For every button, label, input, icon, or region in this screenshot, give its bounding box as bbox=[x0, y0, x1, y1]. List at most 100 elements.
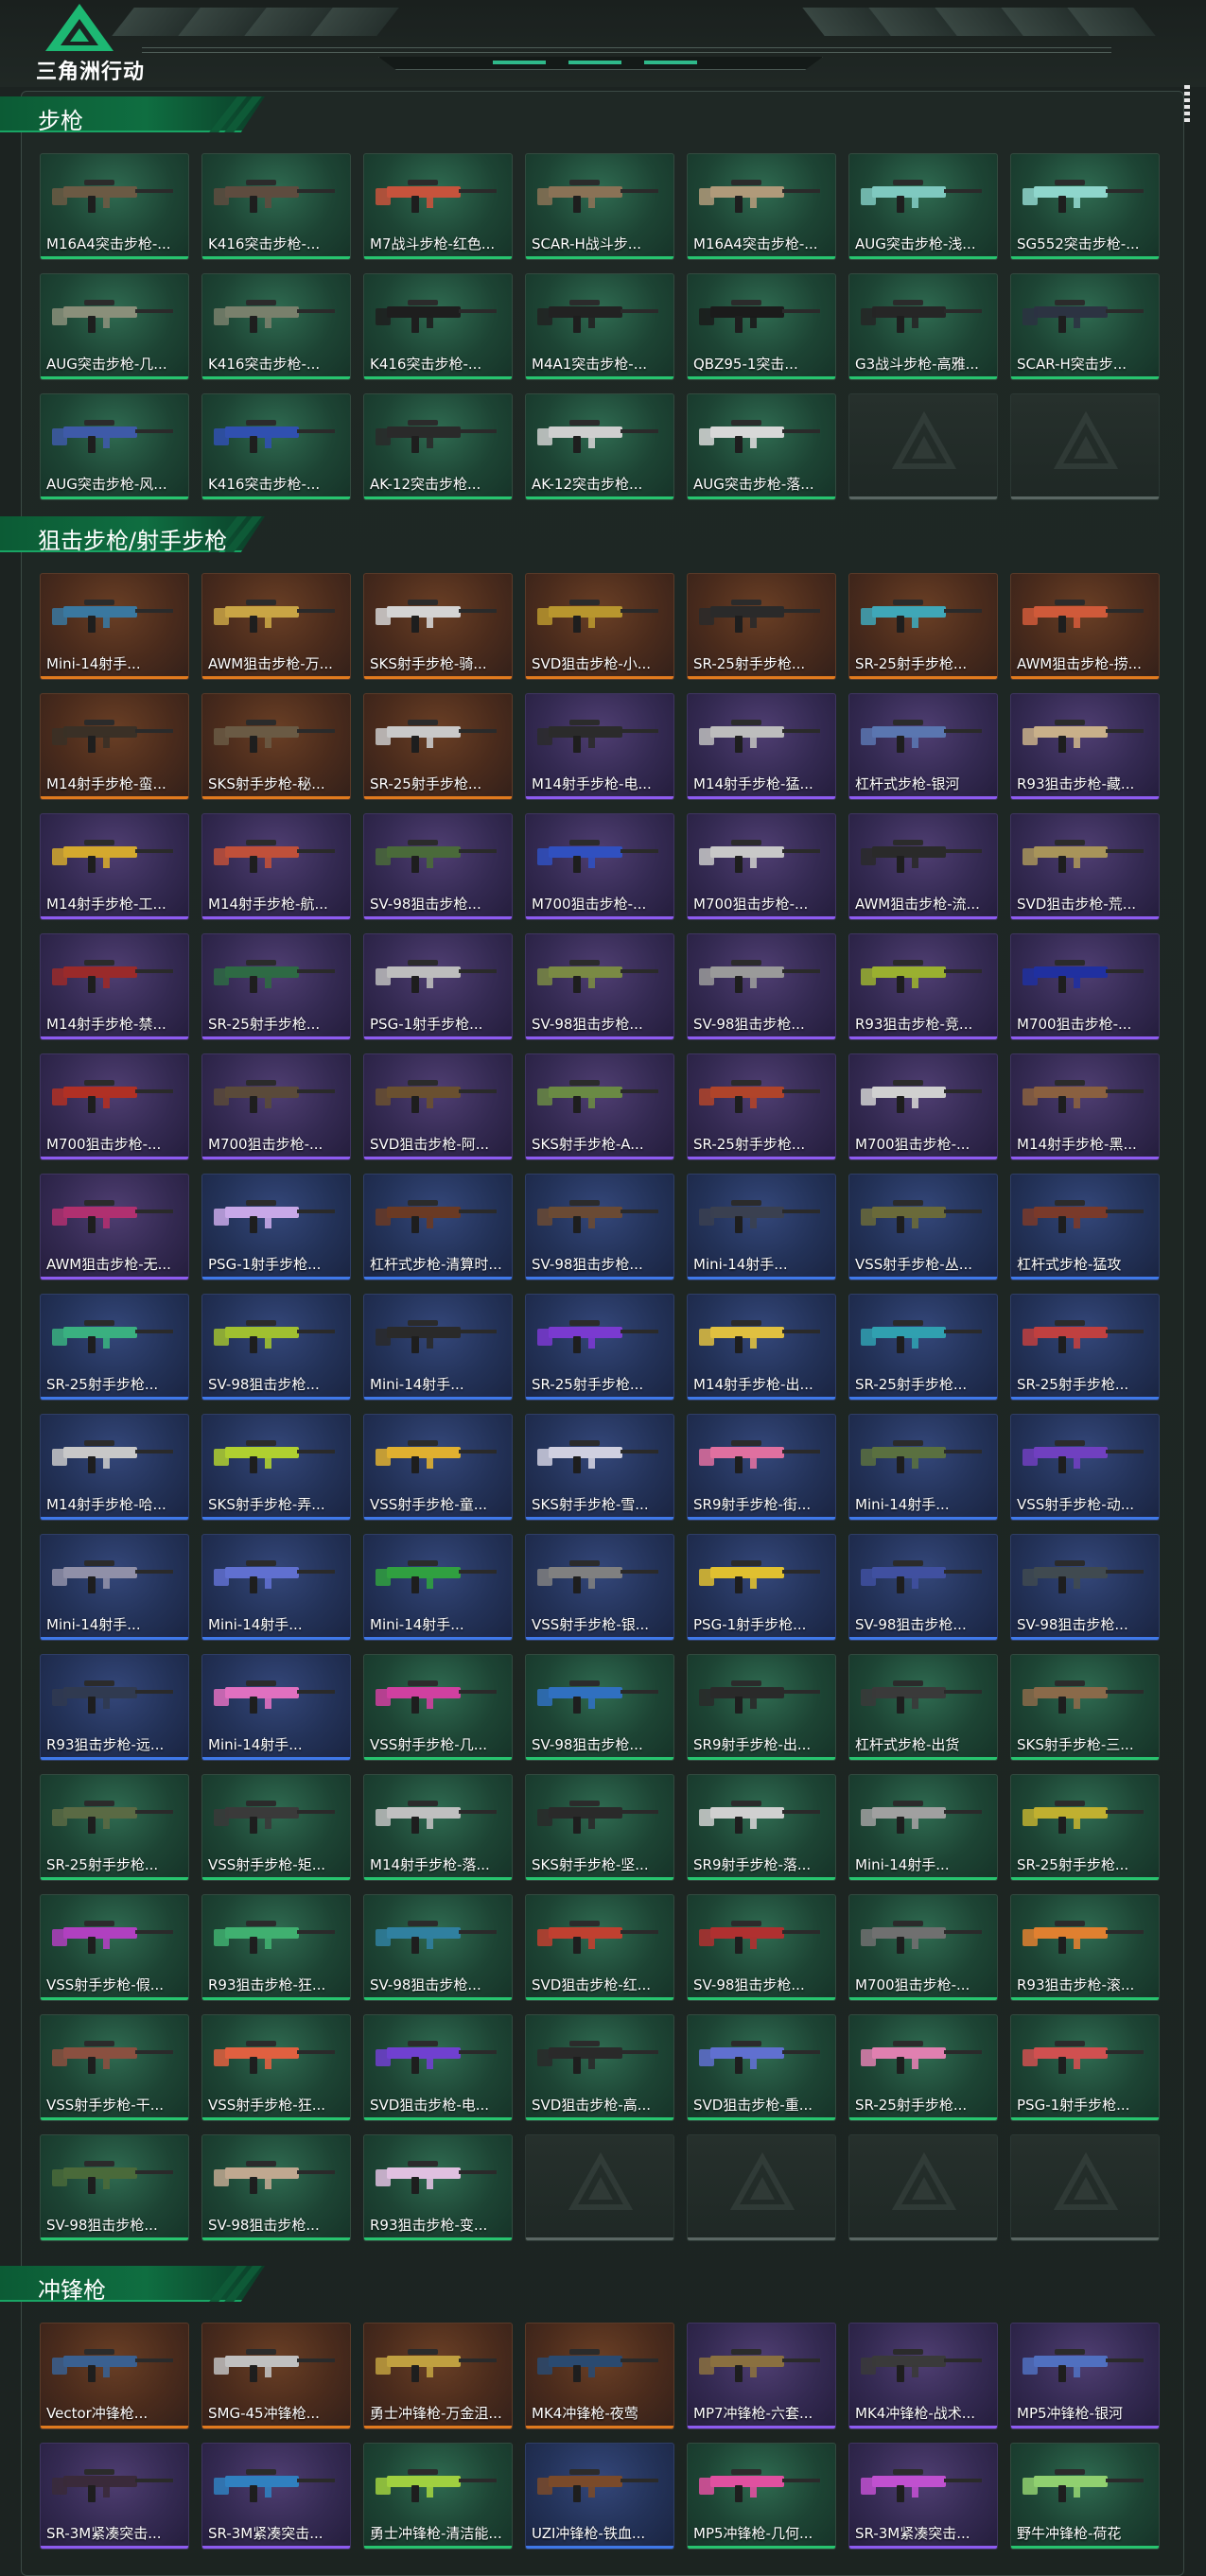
weapon-card[interactable]: M14射手步枪-工... bbox=[40, 813, 189, 920]
weapon-card[interactable]: M14射手步枪-哈... bbox=[40, 1414, 189, 1521]
weapon-card[interactable]: M7战斗步枪-红色... bbox=[363, 153, 513, 260]
weapon-card[interactable]: AWM狙击步枪-流... bbox=[848, 813, 998, 920]
weapon-card[interactable]: Mini-14射手... bbox=[848, 1774, 998, 1881]
weapon-card[interactable]: QBZ95-1突击... bbox=[687, 273, 836, 380]
weapon-card[interactable]: AUG突击步枪-浅... bbox=[848, 153, 998, 260]
weapon-card[interactable]: SVD狙击步枪-重... bbox=[687, 2014, 836, 2121]
weapon-card[interactable]: M14射手步枪-航... bbox=[201, 813, 351, 920]
weapon-card[interactable]: R93狙击步枪-变... bbox=[363, 2134, 513, 2241]
weapon-card[interactable]: SKS射手步枪-三... bbox=[1010, 1654, 1160, 1761]
weapon-card[interactable]: 野牛冲锋枪-荷花 bbox=[1010, 2443, 1160, 2550]
weapon-card[interactable]: SV-98狙击步枪... bbox=[201, 1294, 351, 1401]
weapon-card[interactable]: SVD狙击步枪-电... bbox=[363, 2014, 513, 2121]
weapon-card[interactable]: M700狙击步枪-... bbox=[687, 813, 836, 920]
weapon-card[interactable]: SKS射手步枪-弄... bbox=[201, 1414, 351, 1521]
weapon-card[interactable]: SVD狙击步枪-荒... bbox=[1010, 813, 1160, 920]
weapon-card[interactable]: Mini-14射手... bbox=[40, 1534, 189, 1641]
weapon-card[interactable]: M14射手步枪-猛... bbox=[687, 693, 836, 800]
weapon-card[interactable]: SV-98狙击步枪... bbox=[363, 813, 513, 920]
weapon-card[interactable]: SV-98狙击步枪... bbox=[201, 2134, 351, 2241]
weapon-card[interactable]: MP7冲锋枪-六套... bbox=[687, 2323, 836, 2429]
weapon-card[interactable]: PSG-1射手步枪... bbox=[201, 1174, 351, 1280]
weapon-card[interactable]: SV-98狙击步枪... bbox=[363, 1894, 513, 2001]
weapon-card[interactable]: SVD狙击步枪-小... bbox=[525, 573, 674, 680]
weapon-card[interactable]: VSS射手步枪-狂... bbox=[201, 2014, 351, 2121]
weapon-card[interactable]: VSS射手步枪-丛... bbox=[848, 1174, 998, 1280]
weapon-card[interactable]: Vector冲锋枪... bbox=[40, 2323, 189, 2429]
weapon-card[interactable]: SR-25射手步枪... bbox=[525, 1294, 674, 1401]
weapon-card[interactable]: Mini-14射手... bbox=[687, 1174, 836, 1280]
weapon-card[interactable]: SR-25射手步枪... bbox=[848, 573, 998, 680]
weapon-card[interactable]: 杠杆式步枪-清算时... bbox=[363, 1174, 513, 1280]
weapon-card[interactable]: SR-25射手步枪... bbox=[848, 2014, 998, 2121]
weapon-card[interactable]: SR-3M紧凑突击... bbox=[40, 2443, 189, 2550]
weapon-card[interactable]: SR-25射手步枪... bbox=[848, 1294, 998, 1401]
weapon-card[interactable]: K416突击步枪-... bbox=[201, 273, 351, 380]
weapon-card[interactable]: SKS射手步枪-坚... bbox=[525, 1774, 674, 1881]
weapon-card[interactable]: PSG-1射手步枪... bbox=[1010, 2014, 1160, 2121]
weapon-card[interactable]: M700狙击步枪-... bbox=[40, 1053, 189, 1160]
weapon-card[interactable]: M14射手步枪-禁... bbox=[40, 933, 189, 1040]
weapon-card[interactable]: SVD狙击步枪-高... bbox=[525, 2014, 674, 2121]
weapon-card[interactable]: VSS射手步枪-假... bbox=[40, 1894, 189, 2001]
weapon-card[interactable]: SR-25射手步枪... bbox=[687, 1053, 836, 1160]
weapon-card[interactable]: M700狙击步枪-... bbox=[848, 1894, 998, 2001]
weapon-card[interactable]: MP5冲锋枪-银河 bbox=[1010, 2323, 1160, 2429]
weapon-card[interactable]: VSS射手步枪-银... bbox=[525, 1534, 674, 1641]
weapon-card[interactable]: AUG突击步枪-风... bbox=[40, 393, 189, 500]
weapon-card[interactable]: SVD狙击步枪-阿... bbox=[363, 1053, 513, 1160]
weapon-card[interactable]: M700狙击步枪-... bbox=[848, 1053, 998, 1160]
weapon-card[interactable]: AUG突击步枪-几... bbox=[40, 273, 189, 380]
weapon-card[interactable]: SR9射手步枪-出... bbox=[687, 1654, 836, 1761]
weapon-card[interactable]: G3战斗步枪-高雅... bbox=[848, 273, 998, 380]
weapon-card[interactable]: M700狙击步枪-... bbox=[525, 813, 674, 920]
weapon-card[interactable]: Mini-14射手... bbox=[848, 1414, 998, 1521]
weapon-card[interactable]: SG552突击步枪-... bbox=[1010, 153, 1160, 260]
weapon-card[interactable]: AUG突击步枪-落... bbox=[687, 393, 836, 500]
weapon-card[interactable]: AWM狙击步枪-万... bbox=[201, 573, 351, 680]
weapon-card[interactable]: K416突击步枪-... bbox=[363, 273, 513, 380]
weapon-card[interactable]: M14射手步枪-落... bbox=[363, 1774, 513, 1881]
weapon-card[interactable]: R93狙击步枪-竞... bbox=[848, 933, 998, 1040]
weapon-card[interactable]: SR-25射手步枪... bbox=[1010, 1774, 1160, 1881]
weapon-card[interactable]: VSS射手步枪-几... bbox=[363, 1654, 513, 1761]
weapon-card[interactable]: 勇士冲锋枪-清洁能... bbox=[363, 2443, 513, 2550]
weapon-card[interactable]: SKS射手步枪-A... bbox=[525, 1053, 674, 1160]
weapon-card[interactable]: SCAR-H战斗步... bbox=[525, 153, 674, 260]
weapon-card[interactable]: SV-98狙击步枪... bbox=[525, 933, 674, 1040]
weapon-card[interactable]: SV-98狙击步枪... bbox=[848, 1534, 998, 1641]
weapon-card[interactable]: K416突击步枪-... bbox=[201, 393, 351, 500]
weapon-card[interactable]: M700狙击步枪-... bbox=[201, 1053, 351, 1160]
weapon-card[interactable]: Mini-14射手... bbox=[363, 1534, 513, 1641]
weapon-card[interactable]: R93狙击步枪-狂... bbox=[201, 1894, 351, 2001]
weapon-card[interactable]: SV-98狙击步枪... bbox=[687, 933, 836, 1040]
weapon-card[interactable]: SR-25射手步枪... bbox=[40, 1774, 189, 1881]
weapon-card[interactable]: SV-98狙击步枪... bbox=[525, 1174, 674, 1280]
weapon-card[interactable]: M14射手步枪-蛮... bbox=[40, 693, 189, 800]
weapon-card[interactable]: Mini-14射手... bbox=[201, 1534, 351, 1641]
weapon-card[interactable]: AWM狙击步枪-捞... bbox=[1010, 573, 1160, 680]
weapon-card[interactable]: 杠杆式步枪-猛攻 bbox=[1010, 1174, 1160, 1280]
scroll-indicator[interactable] bbox=[1184, 85, 1190, 123]
weapon-card[interactable]: SMG-45冲锋枪... bbox=[201, 2323, 351, 2429]
weapon-card[interactable]: Mini-14射手... bbox=[363, 1294, 513, 1401]
weapon-card[interactable]: PSG-1射手步枪... bbox=[687, 1534, 836, 1641]
weapon-card[interactable]: M14射手步枪-出... bbox=[687, 1294, 836, 1401]
weapon-card[interactable]: M14射手步枪-黑... bbox=[1010, 1053, 1160, 1160]
weapon-card[interactable]: R93狙击步枪-滚... bbox=[1010, 1894, 1160, 2001]
weapon-card[interactable]: M16A4突击步枪-... bbox=[687, 153, 836, 260]
weapon-card[interactable]: SR-3M紧凑突击... bbox=[848, 2443, 998, 2550]
weapon-card[interactable]: SKS射手步枪-秘... bbox=[201, 693, 351, 800]
weapon-card[interactable]: Mini-14射手... bbox=[40, 573, 189, 680]
weapon-card[interactable]: K416突击步枪-... bbox=[201, 153, 351, 260]
weapon-card[interactable]: Mini-14射手... bbox=[201, 1654, 351, 1761]
weapon-card[interactable]: AK-12突击步枪... bbox=[525, 393, 674, 500]
weapon-card[interactable]: SV-98狙击步枪... bbox=[687, 1894, 836, 2001]
weapon-card[interactable]: SKS射手步枪-雪... bbox=[525, 1414, 674, 1521]
weapon-card[interactable]: M700狙击步枪-... bbox=[1010, 933, 1160, 1040]
weapon-card[interactable]: VSS射手步枪-干... bbox=[40, 2014, 189, 2121]
weapon-card[interactable]: SKS射手步枪-骑... bbox=[363, 573, 513, 680]
weapon-card[interactable]: SVD狙击步枪-红... bbox=[525, 1894, 674, 2001]
weapon-card[interactable]: UZI冲锋枪-铁血... bbox=[525, 2443, 674, 2550]
weapon-card[interactable]: SCAR-H突击步... bbox=[1010, 273, 1160, 380]
